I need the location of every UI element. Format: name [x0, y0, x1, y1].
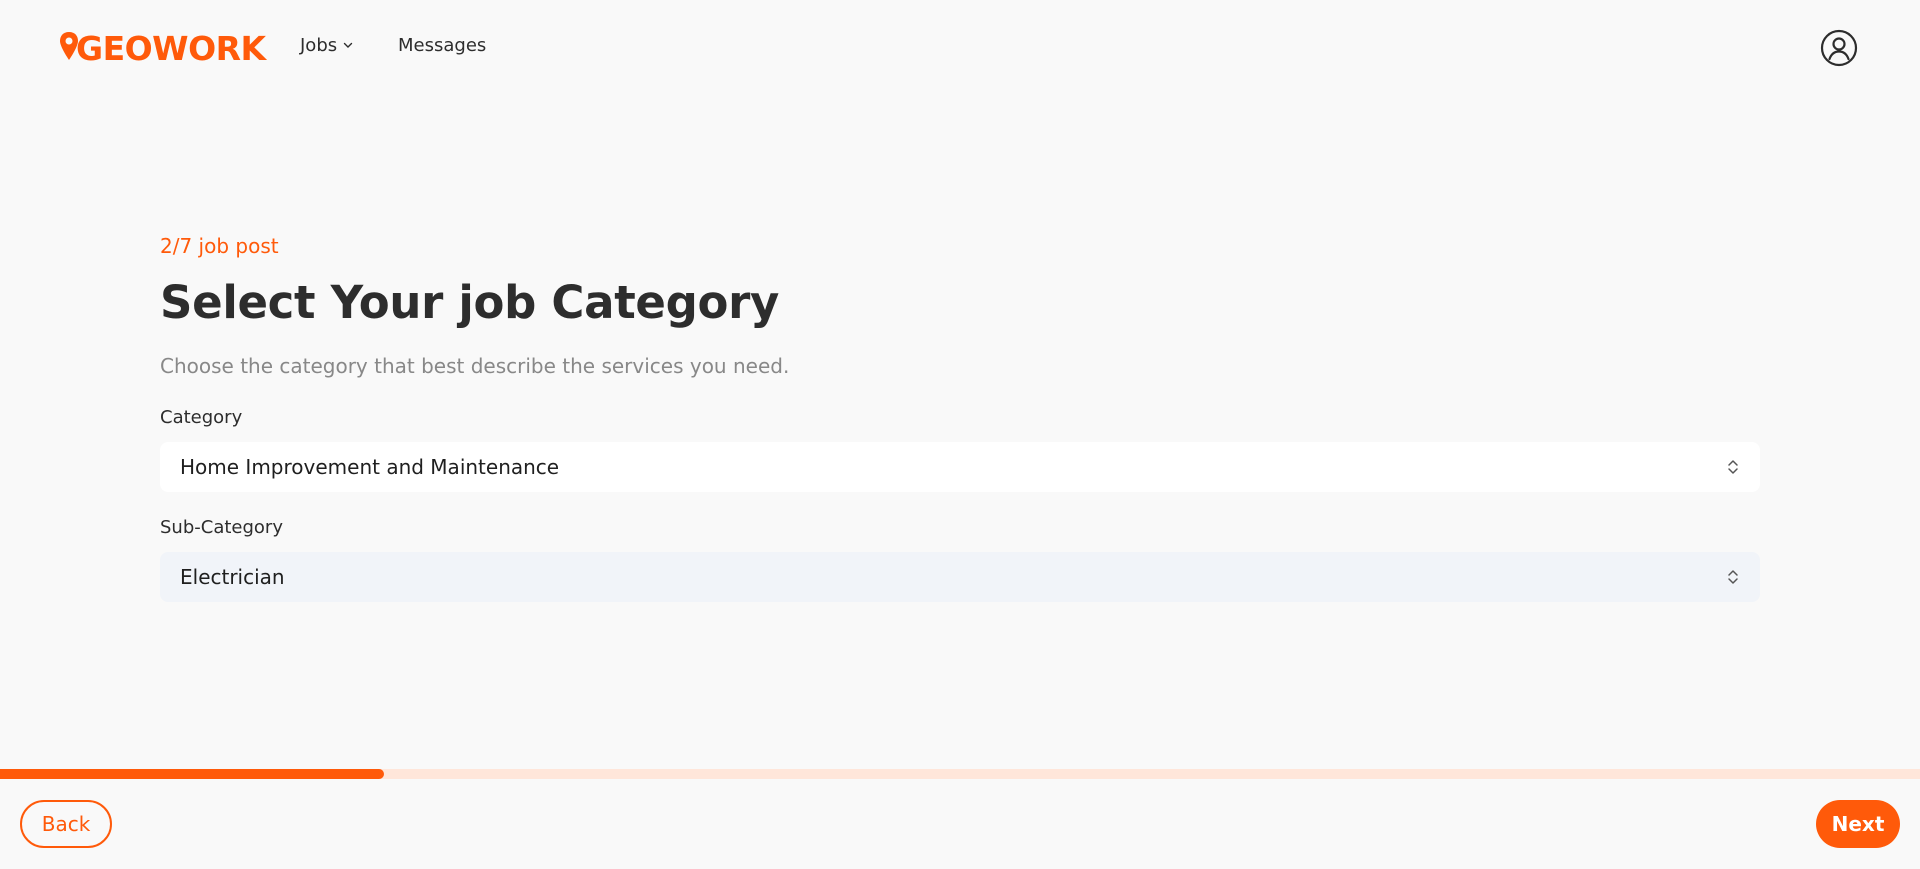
nav-messages[interactable]: Messages [398, 35, 486, 56]
nav-messages-label: Messages [398, 35, 487, 56]
nav-jobs-label: Jobs [300, 35, 338, 56]
chevron-up-down-icon [1728, 460, 1738, 474]
profile-button[interactable] [1820, 29, 1858, 67]
step-indicator: 2/7 job post [160, 234, 279, 258]
page-title: Select Your job Category [160, 276, 780, 329]
sub-category-label: Sub-Category [160, 517, 283, 538]
category-label: Category [160, 407, 243, 428]
category-select[interactable]: Home Improvement and Maintenance [160, 442, 1760, 492]
progress-bar-fill [0, 769, 384, 779]
category-select-value: Home Improvement and Maintenance [180, 455, 560, 479]
next-button[interactable]: Next [1816, 800, 1900, 848]
progress-bar [0, 769, 1920, 779]
top-navbar: GEOWORK Jobs Messages [0, 0, 1920, 94]
geowork-logo[interactable]: GEOWORK [58, 22, 266, 74]
logo-text: GEOWORK [76, 28, 266, 68]
page-subtitle: Choose the category that best describe t… [160, 354, 790, 378]
sub-category-select[interactable]: Electrician [160, 552, 1760, 602]
user-circle-icon [1820, 29, 1858, 67]
chevron-up-down-icon [1728, 570, 1738, 584]
sub-category-select-value: Electrician [180, 565, 285, 589]
nav-jobs[interactable]: Jobs [300, 35, 353, 56]
chevron-down-icon [343, 42, 353, 49]
back-button[interactable]: Back [20, 800, 112, 848]
